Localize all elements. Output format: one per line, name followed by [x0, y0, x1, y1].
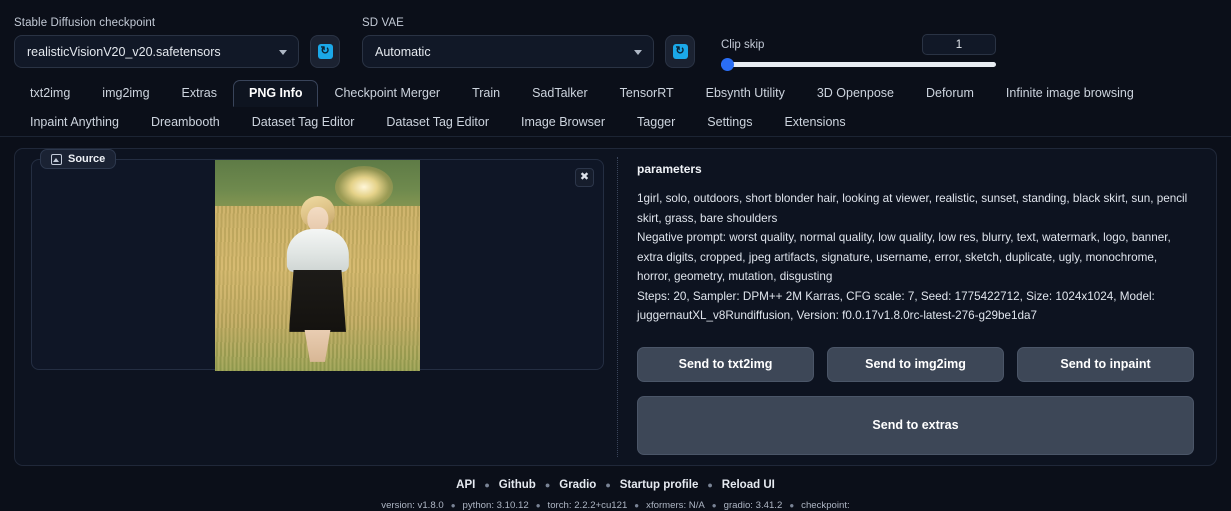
checkpoint-value: realisticVisionV20_v20.safetensors	[27, 44, 221, 59]
tab-row-primary: txt2img img2img Extras PNG Info Checkpoi…	[14, 78, 1217, 109]
source-tab-label: Source	[68, 153, 106, 165]
clip-skip-slider-thumb[interactable]	[721, 58, 734, 71]
tab-bar: txt2img img2img Extras PNG Info Checkpoi…	[0, 78, 1231, 137]
send-to-extras-button[interactable]: Send to extras	[637, 395, 1194, 455]
send-to-txt2img-button[interactable]: Send to txt2img	[637, 346, 814, 382]
send-to-img2img-button[interactable]: Send to img2img	[827, 346, 1004, 382]
tab-deforum[interactable]: Deforum	[910, 80, 990, 106]
footer-link-startup-profile[interactable]: Startup profile	[620, 479, 699, 491]
send-button-row: Send to txt2img Send to img2img Send to …	[637, 346, 1194, 382]
generation-settings-text: Steps: 20, Sampler: DPM++ 2M Karras, CFG…	[637, 289, 1155, 323]
footer-link-gradio[interactable]: Gradio	[559, 479, 596, 491]
tab-row-secondary: Inpaint Anything Dreambooth Dataset Tag …	[14, 109, 1217, 136]
vae-select[interactable]: Automatic	[362, 35, 654, 68]
vae-label: SD VAE	[362, 17, 404, 29]
tab-train[interactable]: Train	[456, 80, 516, 106]
tab-3d-openpose[interactable]: 3D Openpose	[801, 80, 910, 106]
source-tab[interactable]: Source	[40, 149, 117, 169]
version-separator: ●	[450, 501, 456, 510]
refresh-vae-button[interactable]: ↻	[665, 35, 695, 68]
checkpoint-select[interactable]: realisticVisionV20_v20.safetensors	[14, 35, 299, 68]
image-subject-top	[286, 228, 349, 272]
png-info-panel: Source ✖ parameters 1girl, solo, outdoor…	[14, 148, 1217, 466]
chevron-down-icon	[634, 49, 642, 55]
footer-version-info: version: v1.8.0 ● python: 3.10.12 ● torc…	[0, 500, 1231, 511]
tab-image-browser[interactable]: Image Browser	[505, 109, 621, 135]
tab-tagger[interactable]: Tagger	[621, 109, 691, 135]
tab-sadtalker[interactable]: SadTalker	[516, 80, 604, 106]
source-image-column: Source ✖	[15, 149, 617, 465]
refresh-icon: ↻	[317, 44, 333, 59]
tab-checkpoint-merger[interactable]: Checkpoint Merger	[318, 80, 456, 106]
image-icon	[51, 153, 62, 165]
footer-link-github[interactable]: Github	[499, 479, 536, 491]
tab-dataset-tag-editor-1[interactable]: Dataset Tag Editor	[236, 109, 371, 135]
version-xformers: xformers: N/A	[646, 500, 705, 511]
version-separator: ●	[535, 501, 541, 510]
clip-skip-slider[interactable]	[721, 58, 996, 71]
tab-tensorrt[interactable]: TensorRT	[604, 80, 690, 106]
checkpoint-label: Stable Diffusion checkpoint	[14, 17, 156, 29]
tab-png-info[interactable]: PNG Info	[232, 80, 319, 107]
tab-img2img[interactable]: img2img	[86, 80, 165, 106]
refresh-icon: ↻	[672, 44, 688, 59]
footer-link-reload-ui[interactable]: Reload UI	[722, 479, 775, 491]
footer-separator: ●	[605, 480, 611, 490]
version-separator: ●	[711, 501, 717, 510]
parameters-column: parameters 1girl, solo, outdoors, short …	[618, 149, 1216, 465]
checkpoint-field-group: Stable Diffusion checkpoint realisticVis…	[14, 17, 299, 68]
send-to-inpaint-button[interactable]: Send to inpaint	[1017, 346, 1194, 382]
tab-dataset-tag-editor-2[interactable]: Dataset Tag Editor	[370, 109, 505, 135]
version-separator: ●	[634, 501, 640, 510]
parameters-title: parameters	[637, 162, 702, 176]
tab-dreambooth[interactable]: Dreambooth	[135, 109, 236, 135]
tab-extensions[interactable]: Extensions	[768, 109, 861, 135]
image-subject-skirt	[288, 269, 346, 332]
tab-inpaint-anything[interactable]: Inpaint Anything	[14, 109, 135, 135]
top-toolbar: Stable Diffusion checkpoint realisticVis…	[0, 0, 1231, 78]
negative-prompt-text: Negative prompt: worst quality, normal q…	[637, 231, 1171, 283]
tab-infinite-image-browsing[interactable]: Infinite image browsing	[990, 80, 1150, 106]
version-checkpoint: checkpoint:	[801, 500, 850, 511]
prompt-text: 1girl, solo, outdoors, short blonder hai…	[637, 192, 1188, 225]
version-gradio: gradio: 3.41.2	[723, 500, 783, 511]
clip-skip-input[interactable]: 1	[922, 34, 996, 55]
version-webui: version: v1.8.0	[381, 500, 444, 511]
uploaded-image[interactable]	[215, 160, 420, 371]
tab-settings[interactable]: Settings	[691, 109, 768, 135]
clip-skip-header: Clip skip 1	[721, 34, 996, 55]
footer-separator: ●	[707, 480, 713, 490]
tab-ebsynth-utility[interactable]: Ebsynth Utility	[690, 80, 801, 106]
vae-field-group: SD VAE Automatic	[362, 17, 654, 68]
version-separator: ●	[789, 501, 795, 510]
footer: API ● Github ● Gradio ● Startup profile …	[0, 479, 1231, 511]
image-subject-legs	[304, 329, 331, 362]
version-torch: torch: 2.2.2+cu121	[547, 500, 628, 511]
source-image-dropzone[interactable]: Source ✖	[31, 149, 604, 371]
version-python: python: 3.10.12	[462, 500, 529, 511]
image-subject	[270, 195, 364, 371]
chevron-down-icon	[279, 49, 287, 55]
footer-links: API ● Github ● Gradio ● Startup profile …	[0, 479, 1231, 491]
footer-separator: ●	[484, 480, 490, 490]
vae-value: Automatic	[375, 44, 431, 59]
close-icon[interactable]: ✖	[575, 168, 594, 187]
clip-skip-label: Clip skip	[721, 38, 765, 51]
tab-extras[interactable]: Extras	[166, 80, 233, 106]
refresh-checkpoint-button[interactable]: ↻	[310, 35, 340, 68]
parameters-text: 1girl, solo, outdoors, short blonder hai…	[637, 189, 1194, 326]
clip-skip-group: Clip skip 1	[721, 34, 996, 71]
footer-link-api[interactable]: API	[456, 479, 475, 491]
footer-separator: ●	[544, 480, 551, 490]
tab-txt2img[interactable]: txt2img	[14, 80, 86, 106]
